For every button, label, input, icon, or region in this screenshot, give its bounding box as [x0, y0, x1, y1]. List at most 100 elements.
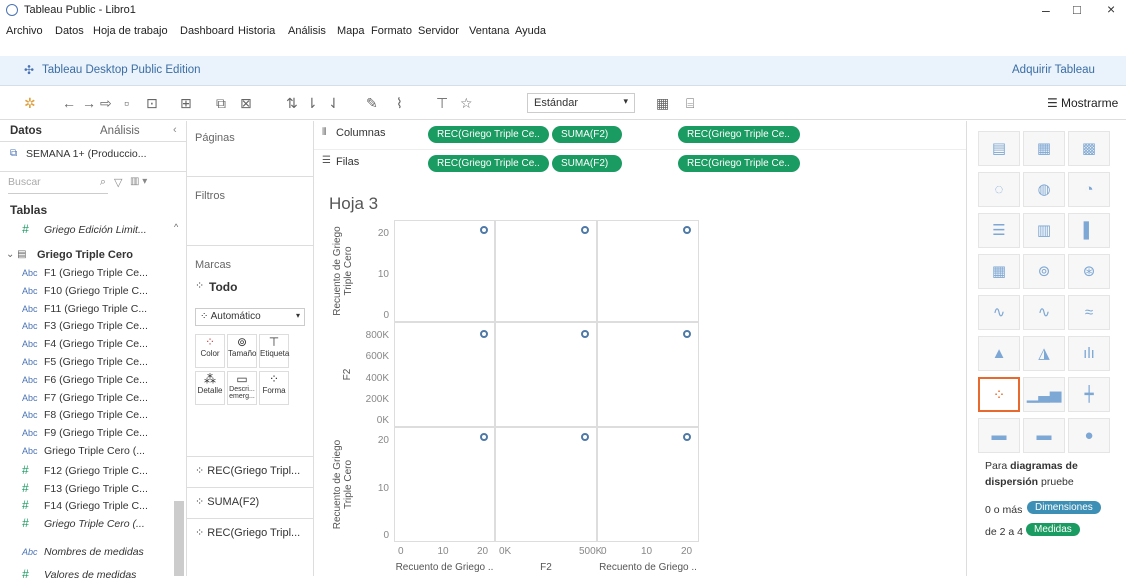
- col-pill-3[interactable]: REC(Griego Triple Ce..: [678, 126, 800, 143]
- menu-hoja[interactable]: Hoja de trabajo: [93, 25, 168, 37]
- chart-type-dual-lines-icon[interactable]: ≈: [1068, 295, 1110, 330]
- menu-ventana[interactable]: Ventana: [469, 25, 509, 37]
- maximize-button[interactable]: □: [1073, 2, 1081, 17]
- scatter-point[interactable]: [683, 330, 691, 338]
- minimize-button[interactable]: –: [1042, 2, 1050, 18]
- chart-type-lines-continuous-icon[interactable]: ∿: [1023, 295, 1065, 330]
- tab-datos[interactable]: Datos: [10, 125, 42, 137]
- field-item[interactable]: Abc F7 (Griego Triple Ce...: [22, 392, 148, 404]
- view-options-icon[interactable]: ▥ ▾: [130, 176, 147, 187]
- chart-type-heat-map-icon[interactable]: ▩: [1068, 131, 1110, 166]
- chart-type-lines-discrete-icon[interactable]: ∿: [978, 295, 1020, 330]
- field-item[interactable]: # F14 (Griego Triple C...: [22, 498, 148, 512]
- menu-mapa[interactable]: Mapa: [337, 25, 365, 37]
- field-item[interactable]: Abc F1 (Griego Triple Ce...: [22, 267, 148, 279]
- tooltip-button[interactable]: ▭ Descri... emerg...: [227, 371, 257, 405]
- swap-icon[interactable]: ⇅: [286, 95, 298, 112]
- marks-tab-rec2[interactable]: ⁘ REC(Griego Tripl...: [195, 526, 300, 539]
- row-pill-3[interactable]: REC(Griego Triple Ce..: [678, 155, 800, 172]
- scroll-up-icon[interactable]: ^: [174, 222, 178, 232]
- chart-type-gantt-icon[interactable]: ▬: [978, 418, 1020, 453]
- table-name[interactable]: Griego Triple Cero: [37, 249, 133, 261]
- chart-type-bullet-graph-icon[interactable]: ▬: [1023, 418, 1065, 453]
- field-item[interactable]: Abc Griego Triple Cero (...: [22, 445, 145, 457]
- detail-button[interactable]: ⁂ Detalle: [195, 371, 225, 405]
- scatter-point[interactable]: [683, 226, 691, 234]
- row-pill-1[interactable]: REC(Griego Triple Ce..: [428, 155, 549, 172]
- collapse-pane-icon[interactable]: ‹: [173, 124, 177, 136]
- scatter-point[interactable]: [480, 226, 488, 234]
- chart-type-stacked-bars-icon[interactable]: ▥: [1023, 213, 1065, 248]
- new-datasource-icon[interactable]: ⊡: [146, 95, 158, 112]
- chart-type-pie-chart-icon[interactable]: ◔: [1068, 172, 1110, 207]
- chart-type-text-table-icon[interactable]: ▤: [978, 131, 1020, 166]
- field-item[interactable]: Abc F4 (Griego Triple Ce...: [22, 338, 148, 350]
- field-item[interactable]: Abc F9 (Griego Triple Ce...: [22, 427, 148, 439]
- chart-type-scatter-plot-icon[interactable]: ⁘: [978, 377, 1020, 412]
- chart-type-histogram-icon[interactable]: ▁▃▅: [1023, 377, 1065, 412]
- mark-type-select[interactable]: ⁘ Automático ▾: [195, 308, 305, 326]
- field-item[interactable]: # F12 (Griego Triple C...: [22, 463, 148, 477]
- filter-icon[interactable]: ▽: [114, 176, 122, 189]
- menu-formato[interactable]: Formato: [371, 25, 412, 37]
- scatter-point[interactable]: [581, 330, 589, 338]
- field-item[interactable]: # Griego Triple Cero (...: [22, 516, 145, 530]
- scatter-point[interactable]: [581, 433, 589, 441]
- menu-servidor[interactable]: Servidor: [418, 25, 459, 37]
- acquire-tableau-link[interactable]: Adquirir Tableau: [1012, 64, 1095, 76]
- measure-values[interactable]: # Valores de medidas: [22, 567, 136, 581]
- chart-type-horizontal-bars-icon[interactable]: ☰: [978, 213, 1020, 248]
- scatter-point[interactable]: [480, 433, 488, 441]
- menu-historia[interactable]: Historia: [238, 25, 275, 37]
- show-hide-cards-icon[interactable]: ▦: [656, 95, 669, 112]
- field-item[interactable]: Abc F3 (Griego Triple Ce...: [22, 320, 148, 332]
- marks-tab-rec1[interactable]: ⁘ REC(Griego Tripl...: [195, 464, 300, 477]
- field-item[interactable]: Abc F8 (Griego Triple Ce...: [22, 409, 148, 421]
- chart-type-treemap-icon[interactable]: ▦: [978, 254, 1020, 289]
- chart-type-dual-combination-icon[interactable]: ılı: [1068, 336, 1110, 371]
- presentation-icon[interactable]: ⌸: [686, 95, 694, 112]
- sort-asc-icon[interactable]: ⇂: [306, 95, 318, 112]
- duplicate-icon[interactable]: ⧉: [216, 95, 226, 112]
- col-pill-2[interactable]: SUMA(F2): [552, 126, 622, 143]
- clear-sheet-icon[interactable]: ⊠: [240, 95, 252, 112]
- field-item[interactable]: Abc F6 (Griego Triple Ce...: [22, 374, 148, 386]
- tableau-logo-icon[interactable]: ✲: [24, 95, 36, 112]
- menu-archivo[interactable]: Archivo: [6, 25, 43, 37]
- chart-type-highlight-table-icon[interactable]: ▦: [1023, 131, 1065, 166]
- field-item[interactable]: Abc F11 (Griego Triple C...: [22, 303, 147, 315]
- highlight-icon[interactable]: ✎: [366, 95, 378, 112]
- chart-type-area-discrete-icon[interactable]: ◮: [1023, 336, 1065, 371]
- scatter-point[interactable]: [683, 433, 691, 441]
- field-item[interactable]: Abc F10 (Griego Triple C...: [22, 285, 148, 297]
- label-button[interactable]: ⊤ Etiqueta: [259, 334, 289, 368]
- menu-dashboard[interactable]: Dashboard: [180, 25, 234, 37]
- search-input[interactable]: Buscar ⌕: [8, 176, 108, 194]
- marks-all-label[interactable]: Todo: [209, 280, 237, 294]
- field-item[interactable]: Abc F5 (Griego Triple Ce...: [22, 356, 148, 368]
- group-icon[interactable]: ⌇: [396, 95, 403, 112]
- tab-analisis[interactable]: Análisis: [100, 125, 140, 137]
- replay-icon[interactable]: ⇨: [100, 95, 112, 112]
- color-button[interactable]: ⁘ Color: [195, 334, 225, 368]
- chart-type-packed-bubbles-icon[interactable]: ●: [1068, 418, 1110, 453]
- chart-type-circle-views-icon[interactable]: ⊚: [1023, 254, 1065, 289]
- redo-icon[interactable]: →: [82, 95, 96, 111]
- labels-icon[interactable]: ⊤: [436, 95, 448, 112]
- scatter-point[interactable]: [581, 226, 589, 234]
- fit-select[interactable]: Estándar ▾: [527, 93, 635, 113]
- save-icon[interactable]: ▫: [124, 95, 129, 111]
- menu-analisis[interactable]: Análisis: [288, 25, 326, 37]
- col-pill-1[interactable]: REC(Griego Triple Ce..: [428, 126, 549, 143]
- measure-names[interactable]: Abc Nombres de medidas: [22, 546, 144, 558]
- shape-button[interactable]: ⁘ Forma: [259, 371, 289, 405]
- chart-type-filled-map-icon[interactable]: ◍: [1023, 172, 1065, 207]
- undo-icon[interactable]: ←: [62, 95, 76, 111]
- expand-table-icon[interactable]: ⌄ ▤: [6, 249, 27, 260]
- new-worksheet-icon[interactable]: ⊞: [180, 95, 192, 112]
- pin-icon[interactable]: ☆: [460, 95, 473, 112]
- chart-type-side-by-side-bars-icon[interactable]: ▌: [1068, 213, 1110, 248]
- size-button[interactable]: ⊚ Tamaño: [227, 334, 257, 368]
- chart-type-side-by-side-circles-icon[interactable]: ⊛: [1068, 254, 1110, 289]
- chart-type-box-whisker-icon[interactable]: ┿: [1068, 377, 1110, 412]
